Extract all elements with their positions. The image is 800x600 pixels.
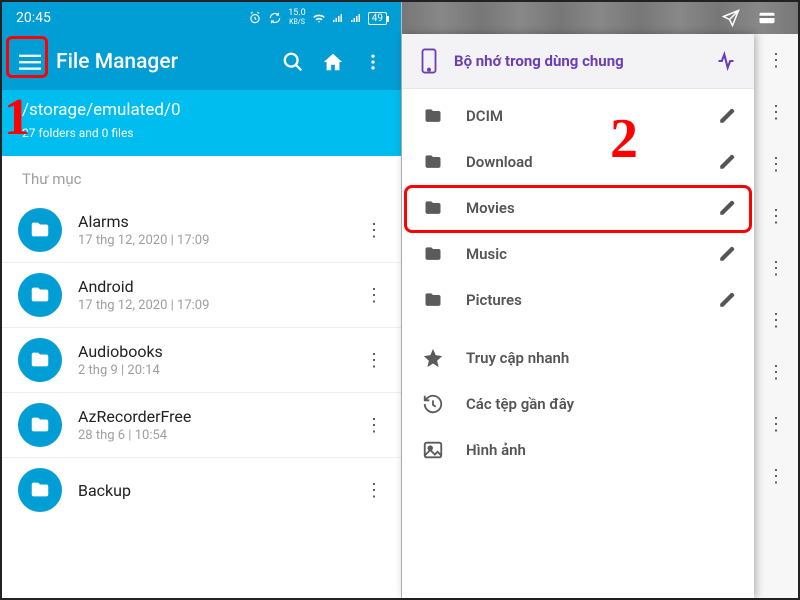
peek-more[interactable]: ⋮: [754, 138, 798, 190]
drawer-images[interactable]: Hình ảnh: [402, 427, 754, 473]
drawer-label: Truy cập nhanh: [466, 349, 736, 367]
file-row[interactable]: AzRecorderFree 28 thg 6 | 10:54 ⋮: [2, 393, 401, 458]
peek-more[interactable]: ⋮: [754, 190, 798, 242]
background-list-peek: ⋮ ⋮ ⋮ ⋮ ⋮ ⋮ ⋮ ⋮ ⋮: [754, 34, 798, 598]
right-phone: ⋮ ⋮ ⋮ ⋮ ⋮ ⋮ ⋮ ⋮ ⋮ Bộ nhớ trong dùng chun…: [402, 2, 798, 598]
file-sub: 2 thg 9 | 20:14: [78, 363, 343, 378]
file-more-button[interactable]: ⋮: [359, 350, 389, 371]
file-more-button[interactable]: ⋮: [359, 415, 389, 436]
peek-more[interactable]: ⋮: [754, 34, 798, 86]
battery-indicator: 49: [368, 12, 387, 25]
folder-icon: [18, 338, 62, 382]
edit-button[interactable]: [718, 199, 736, 217]
peek-more[interactable]: ⋮: [754, 346, 798, 398]
folder-icon: [420, 151, 446, 173]
drawer-label: Music: [466, 245, 698, 263]
recent-icon: [420, 393, 446, 415]
file-row[interactable]: Android 17 thg 12, 2020 | 17:09 ⋮: [2, 263, 401, 328]
home-icon: [322, 51, 344, 73]
file-more-button[interactable]: ⋮: [359, 285, 389, 306]
edit-button[interactable]: [718, 107, 736, 125]
more-vert-icon: [363, 52, 383, 72]
file-more-button[interactable]: ⋮: [359, 480, 389, 501]
search-icon: [282, 51, 304, 73]
folder-icon: [420, 243, 446, 265]
edit-button[interactable]: [718, 153, 736, 171]
drawer-recent-files[interactable]: Các tệp gần đây: [402, 381, 754, 427]
file-more-button[interactable]: ⋮: [359, 220, 389, 241]
edit-button[interactable]: [718, 245, 736, 263]
edit-button[interactable]: [718, 291, 736, 309]
drawer-label: Hình ảnh: [466, 441, 736, 459]
drawer-folder-dcim[interactable]: DCIM: [402, 93, 754, 139]
path-header[interactable]: /storage/emulated/0 27 folders and 0 fil…: [2, 90, 401, 156]
section-label: Thư mục: [2, 156, 401, 198]
status-time: 20:45: [16, 10, 51, 26]
drawer-label: Pictures: [466, 291, 698, 309]
folder-icon: [420, 105, 446, 127]
file-name: Android: [78, 277, 343, 296]
file-row[interactable]: Alarms 17 thg 12, 2020 | 17:09 ⋮: [2, 198, 401, 263]
folder-icon: [420, 289, 446, 311]
drawer-label: Các tệp gần đây: [466, 395, 736, 413]
drawer-quick-access[interactable]: Truy cập nhanh: [402, 335, 754, 381]
hamburger-icon: [19, 51, 41, 73]
nav-drawer: Bộ nhớ trong dùng chung DCIM Download: [402, 34, 754, 598]
file-name: Audiobooks: [78, 342, 343, 361]
peek-more[interactable]: ⋮: [754, 242, 798, 294]
drawer-folder-pictures[interactable]: Pictures: [402, 277, 754, 323]
overflow-button[interactable]: [353, 42, 393, 82]
image-icon: [420, 439, 446, 461]
wifi-icon: [312, 11, 326, 25]
sync-icon: [268, 11, 282, 25]
peek-more[interactable]: ⋮: [754, 398, 798, 450]
file-sub: 17 thg 12, 2020 | 17:09: [78, 298, 343, 313]
home-button[interactable]: [313, 42, 353, 82]
drawer-storage-header[interactable]: Bộ nhớ trong dùng chung: [402, 34, 754, 89]
drawer-label: DCIM: [466, 107, 698, 125]
menu-button[interactable]: [10, 42, 50, 82]
drawer-label: Movies: [466, 199, 698, 217]
current-path: /storage/emulated/0: [22, 100, 381, 120]
folder-icon: [420, 197, 446, 219]
folder-icon: [18, 468, 62, 512]
file-list: Alarms 17 thg 12, 2020 | 17:09 ⋮ Android…: [2, 198, 401, 598]
alarm-icon: [248, 11, 262, 25]
storage-label: Bộ nhớ trong dùng chung: [454, 52, 700, 70]
folder-icon: [18, 273, 62, 317]
data-rate: 15.0KB/S: [288, 9, 306, 27]
activity-icon[interactable]: [716, 51, 736, 71]
phone-icon: [420, 48, 438, 74]
folder-icon: [18, 403, 62, 447]
drawer-folder-music[interactable]: Music: [402, 231, 754, 277]
file-row[interactable]: Audiobooks 2 thg 9 | 20:14 ⋮: [2, 328, 401, 393]
star-icon: [420, 347, 446, 369]
right-status-bar: [402, 2, 798, 34]
status-bar: 20:45 15.0KB/S: [2, 2, 401, 34]
file-name: Alarms: [78, 212, 343, 231]
app-toolbar: File Manager: [2, 34, 401, 90]
peek-more[interactable]: ⋮: [754, 86, 798, 138]
drawer-folder-movies[interactable]: Movies: [402, 185, 754, 231]
peek-more[interactable]: ⋮: [754, 450, 798, 502]
file-name: AzRecorderFree: [78, 407, 343, 426]
path-stats: 27 folders and 0 files: [22, 126, 381, 140]
file-name: Backup: [78, 481, 343, 500]
peek-more[interactable]: ⋮: [754, 294, 798, 346]
search-button[interactable]: [273, 42, 313, 82]
signal2-icon: [350, 12, 362, 24]
send-icon: [722, 9, 740, 27]
drawer-label: Download: [466, 153, 698, 171]
file-sub: 28 thg 6 | 10:54: [78, 428, 343, 443]
file-sub: 17 thg 12, 2020 | 17:09: [78, 233, 343, 248]
app-title: File Manager: [56, 50, 178, 74]
signal-icon: [332, 12, 344, 24]
left-phone: 20:45 15.0KB/S: [2, 2, 402, 598]
card-icon: [758, 9, 776, 27]
folder-icon: [18, 208, 62, 252]
drawer-folder-download[interactable]: Download: [402, 139, 754, 185]
file-row[interactable]: Backup ⋮: [2, 458, 401, 522]
